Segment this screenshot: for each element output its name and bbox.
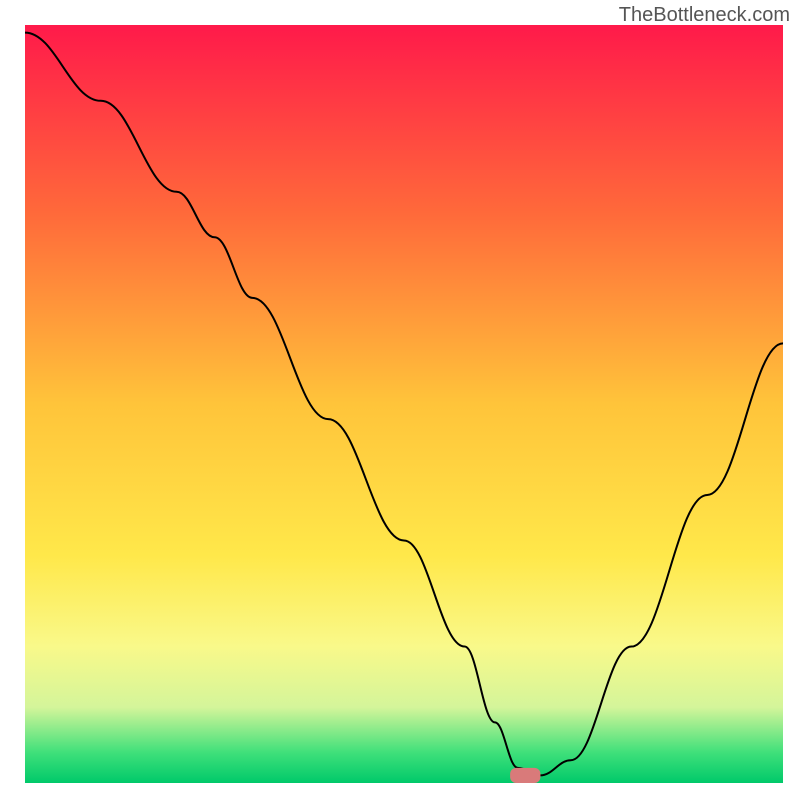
gradient-background xyxy=(25,25,783,783)
watermark-text: TheBottleneck.com xyxy=(619,4,790,27)
bottleneck-chart: TheBottleneck.com xyxy=(0,0,800,800)
optimum-marker xyxy=(510,768,540,783)
chart-svg xyxy=(0,0,800,800)
